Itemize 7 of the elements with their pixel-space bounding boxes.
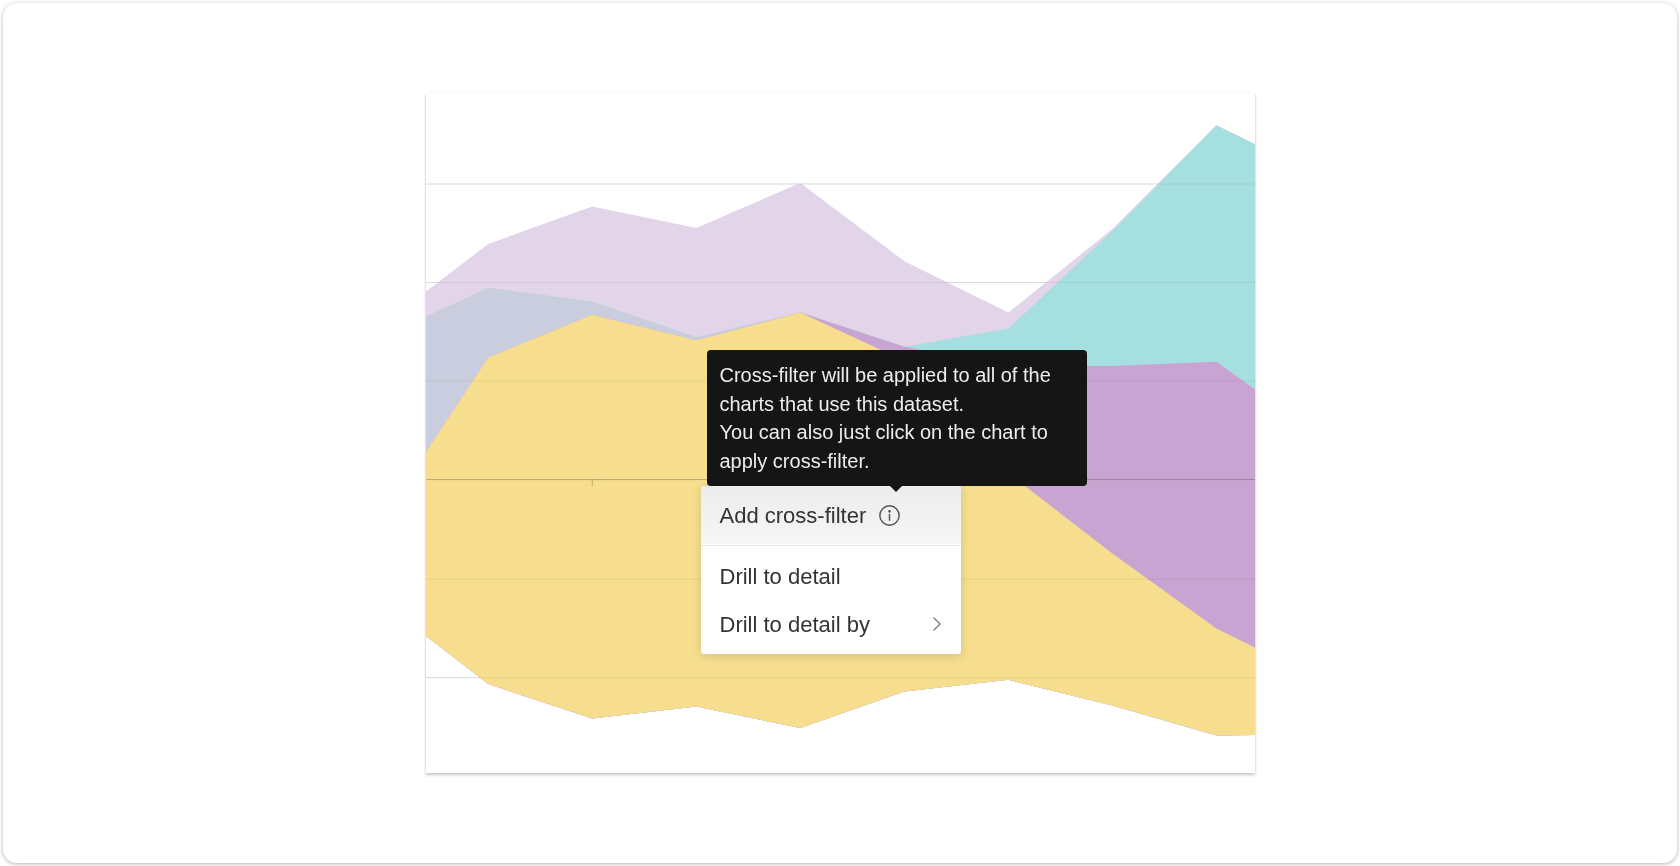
menu-item[interactable]: Add cross-filter (700, 486, 961, 544)
tooltip-text: You can also just click on the chart to apply cross-filter. (719, 420, 1049, 474)
chevron-right-icon (932, 617, 941, 631)
tooltip-text: Cross-filter will be applied to all of the charts that use this dataset. (719, 363, 1052, 417)
menu-item[interactable]: Drill to detail by (700, 600, 961, 648)
info-icon (879, 504, 901, 526)
menu-item[interactable]: Drill to detail (700, 552, 961, 600)
